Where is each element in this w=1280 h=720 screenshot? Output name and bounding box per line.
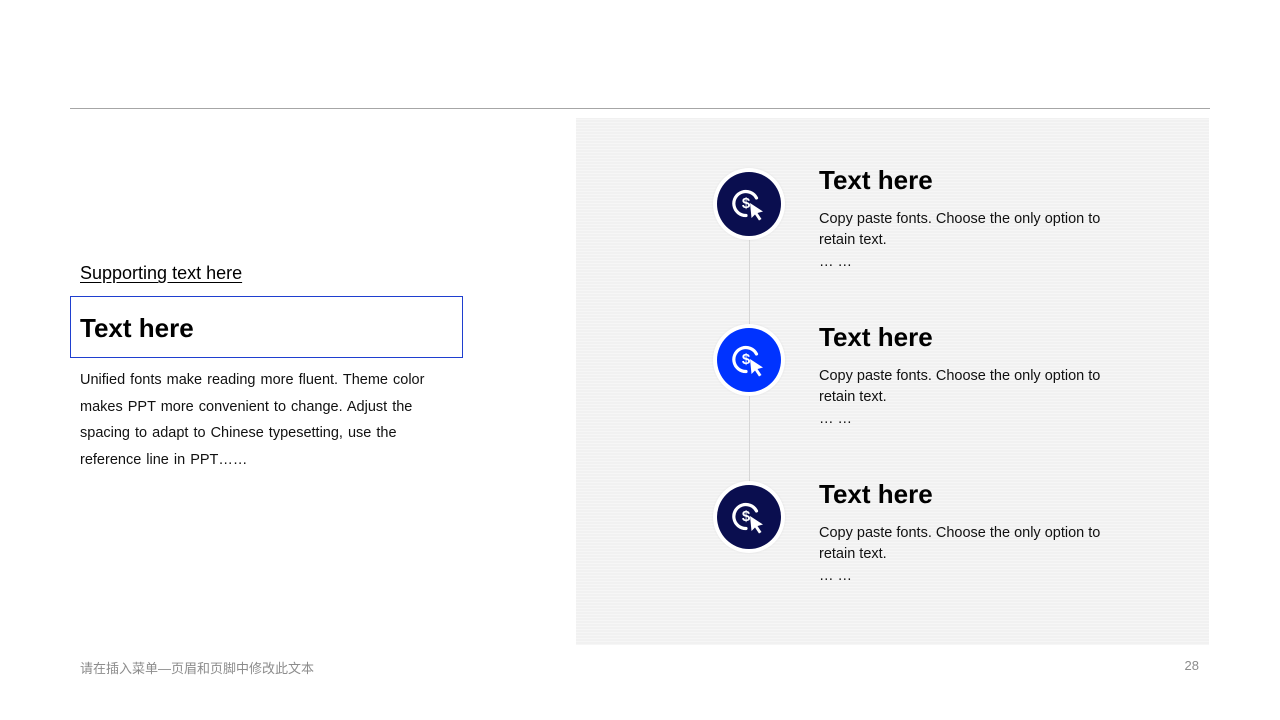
timeline-item-1-circle: $ — [713, 168, 785, 240]
dollar-click-icon: $ — [732, 189, 763, 221]
timeline-item-3-description: Copy paste fonts. Choose the only option… — [819, 525, 1101, 562]
timeline-item-3-circle: $ — [713, 481, 785, 553]
timeline-item-3-ellipsis: … … — [819, 568, 853, 584]
title-text-box[interactable]: Text here — [70, 296, 463, 358]
timeline-item-2-description: Copy paste fonts. Choose the only option… — [819, 368, 1101, 405]
timeline-item-2-circle: $ — [713, 324, 785, 396]
supporting-text-link[interactable]: Supporting text here — [80, 263, 242, 284]
svg-text:$: $ — [742, 195, 751, 212]
timeline-item-1-description: Copy paste fonts. Choose the only option… — [819, 211, 1101, 248]
timeline-item-3-title: Text here — [819, 479, 933, 509]
timeline-item-2-ellipsis: … … — [819, 411, 853, 427]
page-number: 28 — [1184, 658, 1199, 673]
dollar-click-icon: $ — [732, 502, 763, 534]
left-body-text: Unified fonts make reading more fluent. … — [80, 372, 425, 469]
timeline-item-1-title: Text here — [819, 165, 933, 195]
top-divider-line — [70, 108, 1210, 109]
dollar-click-icon: $ — [732, 345, 763, 377]
timeline-item-1-ellipsis: … … — [819, 254, 853, 270]
left-title: Text here — [80, 313, 194, 343]
timeline-item-2-title: Text here — [819, 322, 933, 352]
svg-text:$: $ — [742, 508, 751, 525]
svg-text:$: $ — [742, 351, 751, 368]
footer-text: 请在插入菜单—页眉和页脚中修改此文本 — [80, 661, 315, 676]
